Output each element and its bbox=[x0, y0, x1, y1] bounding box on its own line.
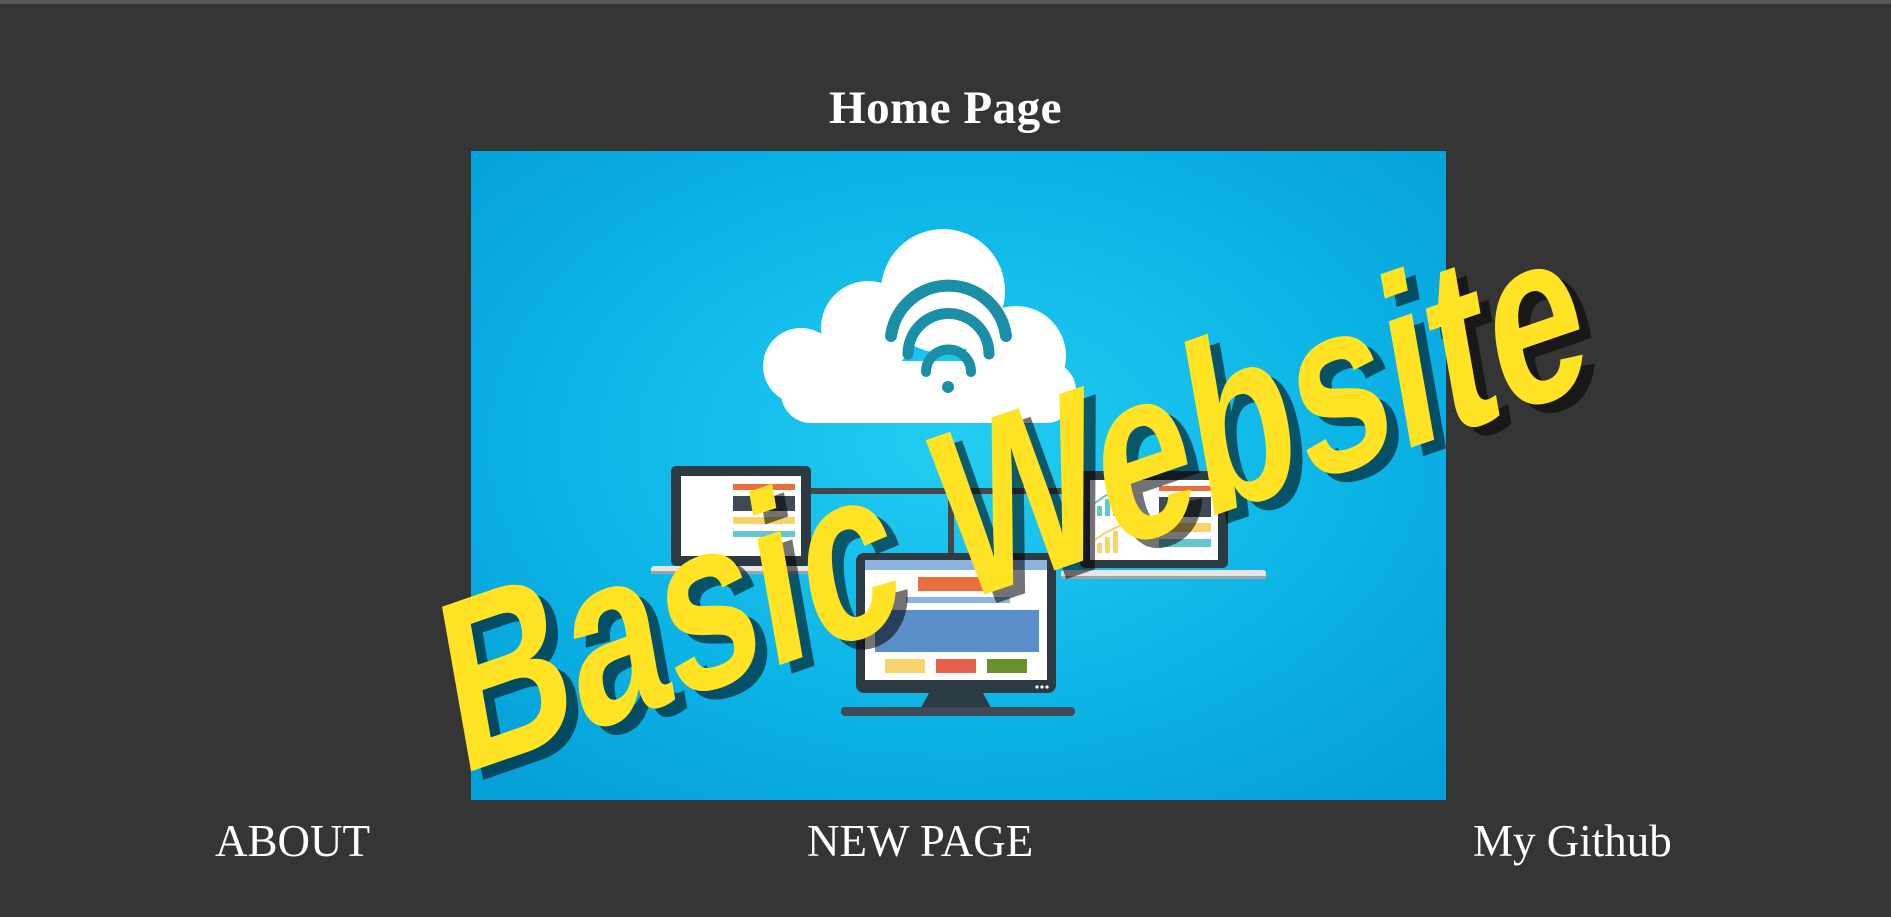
page-title: Home Page bbox=[829, 82, 1062, 134]
desktop-monitor-icon bbox=[841, 553, 1075, 716]
hero-image bbox=[471, 151, 1446, 800]
nav-link-github[interactable]: My Github bbox=[1473, 811, 1672, 871]
laptop-icon bbox=[651, 466, 831, 574]
nav-link-new-page[interactable]: NEW PAGE bbox=[807, 811, 1033, 871]
top-border bbox=[0, 0, 1891, 4]
nav-link-about[interactable]: ABOUT bbox=[215, 811, 370, 871]
